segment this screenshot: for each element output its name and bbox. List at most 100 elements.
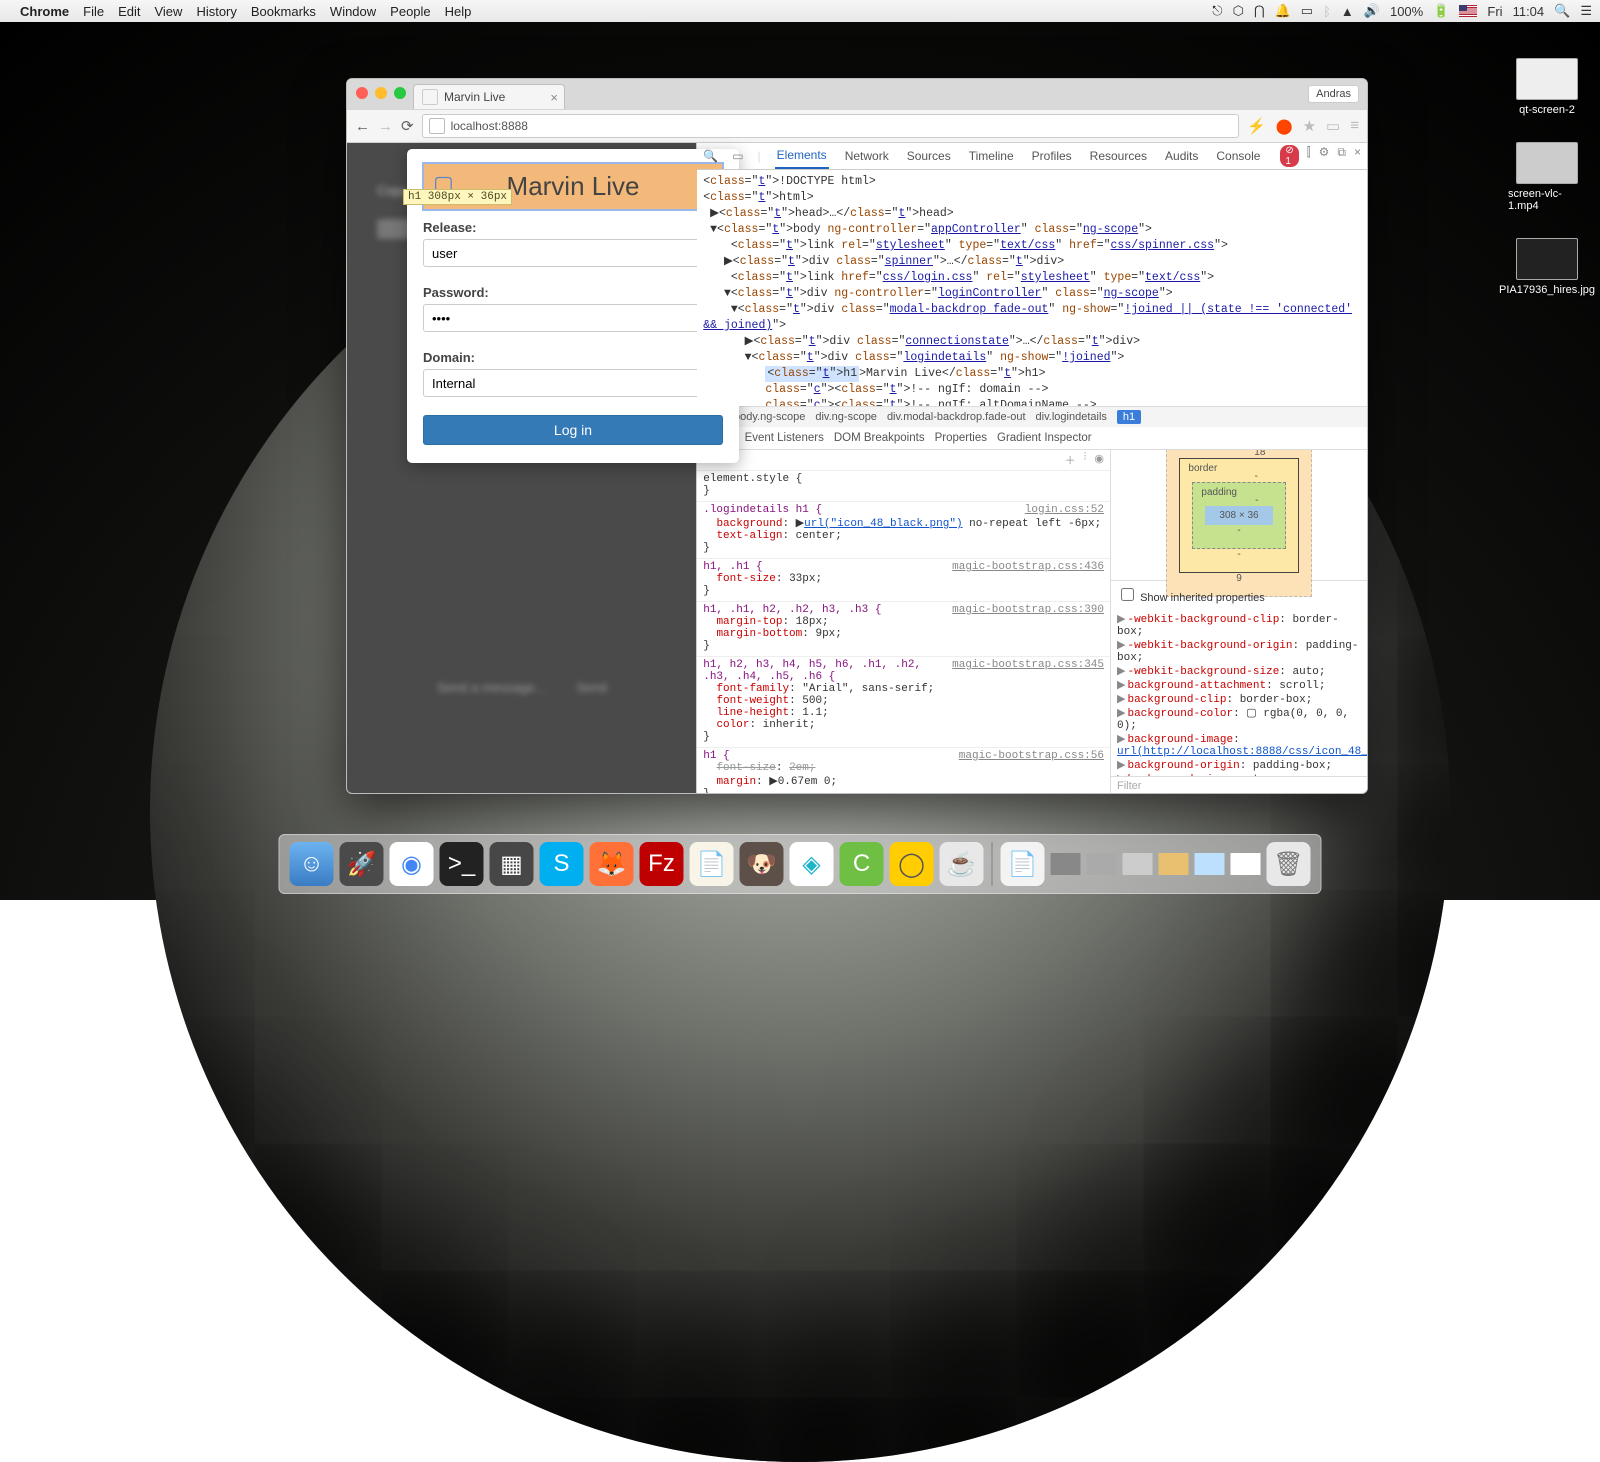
domain-select[interactable]: Internal <box>423 369 723 397</box>
reddit-icon[interactable]: ⬤ <box>1276 117 1293 135</box>
crumb[interactable]: div.ng-scope <box>815 411 877 423</box>
notification-center-icon[interactable]: ☰ <box>1580 3 1592 19</box>
device-icon[interactable]: ▭ <box>732 149 743 163</box>
tab-profiles[interactable]: Profiles <box>1030 149 1074 163</box>
extension-icon[interactable]: ⚡ <box>1247 117 1266 135</box>
dropbox-icon[interactable]: ⬡ <box>1233 3 1244 19</box>
new-rule-icon[interactable]: ＋ <box>1065 452 1076 468</box>
headphones-icon[interactable]: ⋂ <box>1254 3 1265 19</box>
crumb[interactable]: div.modal-backdrop.fade-out <box>887 411 1026 423</box>
desktop-icon[interactable]: qt-screen-2 <box>1508 58 1586 116</box>
dock-icon[interactable]: ⧉ <box>1337 145 1346 167</box>
crumb[interactable]: div.logindetails <box>1036 411 1107 423</box>
back-icon[interactable]: ← <box>355 118 370 135</box>
profile-button[interactable]: Andras <box>1308 85 1359 103</box>
dock-firefox-icon[interactable]: 🦊 <box>590 842 634 886</box>
dock-notes-icon[interactable]: 📄 <box>690 842 734 886</box>
menu-people[interactable]: People <box>390 4 430 19</box>
display-icon[interactable]: ▭ <box>1301 3 1313 19</box>
crumb-selected[interactable]: h1 <box>1117 410 1141 424</box>
dock-folder-icon[interactable]: 📄 <box>1001 842 1045 886</box>
tab-audits[interactable]: Audits <box>1163 149 1200 163</box>
forward-icon[interactable]: → <box>378 118 393 135</box>
menu-bookmarks[interactable]: Bookmarks <box>251 4 316 19</box>
dock-window-icon[interactable] <box>1087 853 1117 875</box>
dock-window-icon[interactable] <box>1123 853 1153 875</box>
dock-camtasia-icon[interactable]: C <box>840 842 884 886</box>
dock-gimp-icon[interactable]: 🐶 <box>740 842 784 886</box>
dock-finder-icon[interactable]: ☺ <box>290 842 334 886</box>
desktop-icon[interactable]: PIA17936_hires.jpg <box>1508 238 1586 296</box>
subtab-event-listeners[interactable]: Event Listeners <box>745 432 824 444</box>
tab-console[interactable]: Console <box>1214 149 1262 163</box>
menu-history[interactable]: History <box>196 4 236 19</box>
reload-icon[interactable]: ⟳ <box>401 117 414 135</box>
site-info-icon[interactable] <box>429 118 445 134</box>
dom-tree[interactable]: <class="t">!DOCTYPE html><class="t">html… <box>697 170 1367 406</box>
tab-sources[interactable]: Sources <box>905 149 953 163</box>
volume-icon[interactable]: 🔊 <box>1364 3 1380 19</box>
inspect-icon[interactable]: 🔍 <box>703 149 718 163</box>
login-button[interactable]: Log in <box>423 415 723 445</box>
desktop-icon[interactable]: screen-vlc-1.mp4 <box>1508 142 1586 212</box>
devtools-close-icon[interactable]: × <box>1354 145 1361 167</box>
dock-trash-icon[interactable]: 🗑 <box>1267 842 1311 886</box>
menu-icon[interactable]: ≡ <box>1350 117 1359 135</box>
dock-java-icon[interactable]: ☕ <box>940 842 984 886</box>
spotlight-icon[interactable]: 🔍 <box>1554 3 1570 19</box>
menu-help[interactable]: Help <box>445 4 472 19</box>
devtools-bottom: ＋⫶◉ element.style {} login.css:52.logind… <box>697 450 1367 794</box>
release-input[interactable] <box>423 239 723 267</box>
dock-window-icon[interactable] <box>1195 853 1225 875</box>
drawer-icon[interactable]: ⫿ <box>1307 145 1311 167</box>
dock-skype-icon[interactable]: S <box>540 842 584 886</box>
animations-icon[interactable]: ◉ <box>1094 452 1104 468</box>
minimize-icon[interactable] <box>375 87 387 99</box>
crumb[interactable]: body.ng-scope <box>734 411 805 423</box>
subtab-gradient[interactable]: Gradient Inspector <box>997 432 1092 444</box>
tab-close-icon[interactable]: × <box>550 90 558 105</box>
dock-window-icon[interactable] <box>1159 853 1189 875</box>
tab-resources[interactable]: Resources <box>1088 149 1149 163</box>
zoom-icon[interactable] <box>394 87 406 99</box>
menu-view[interactable]: View <box>154 4 182 19</box>
dock-window-icon[interactable] <box>1231 853 1261 875</box>
tab-elements[interactable]: Elements <box>775 143 829 169</box>
dock-launchpad-icon[interactable]: 🚀 <box>340 842 384 886</box>
toggle-state-icon[interactable]: ⫶ <box>1084 452 1087 468</box>
dock-chrome-icon[interactable]: ◉ <box>390 842 434 886</box>
browser-tab[interactable]: Marvin Live × <box>413 84 565 109</box>
dock-opera-icon[interactable]: ◯ <box>890 842 934 886</box>
dock-terminal-icon[interactable]: >_ <box>440 842 484 886</box>
dock-window-icon[interactable] <box>1051 853 1081 875</box>
menu-window[interactable]: Window <box>330 4 376 19</box>
inherited-checkbox[interactable] <box>1121 588 1134 601</box>
password-input[interactable] <box>423 304 723 332</box>
tab-network[interactable]: Network <box>843 149 891 163</box>
subtab-properties[interactable]: Properties <box>935 432 987 444</box>
dock-cube-icon[interactable]: ◈ <box>790 842 834 886</box>
menu-file[interactable]: File <box>83 4 104 19</box>
wifi-icon[interactable]: ▲ <box>1341 4 1354 19</box>
dock-sublime-icon[interactable]: ▦ <box>490 842 534 886</box>
error-badge[interactable]: ⊘ 1 <box>1280 145 1298 167</box>
battery-icon[interactable]: 🔋 <box>1433 3 1449 19</box>
devices-icon[interactable]: ▭ <box>1326 117 1340 135</box>
tab-timeline[interactable]: Timeline <box>967 149 1016 163</box>
status-icon[interactable]: ⎋ <box>1212 3 1222 19</box>
address-bar[interactable]: localhost:8888 <box>422 114 1240 138</box>
styles-pane[interactable]: ＋⫶◉ element.style {} login.css:52.logind… <box>697 450 1111 794</box>
close-icon[interactable] <box>356 87 368 99</box>
notifications-icon[interactable]: 🔔 <box>1275 3 1291 19</box>
menubar-app-name[interactable]: Chrome <box>20 4 69 19</box>
settings-icon[interactable]: ⚙ <box>1319 145 1330 167</box>
input-flag-icon[interactable] <box>1459 5 1477 17</box>
bluetooth-icon[interactable]: ᛒ <box>1323 4 1331 19</box>
login-modal: ▢ Marvin Live h1 308px × 36px Release: P… <box>407 149 739 463</box>
subtab-dom-breakpoints[interactable]: DOM Breakpoints <box>834 432 925 444</box>
computed-filter[interactable]: Filter <box>1111 776 1367 794</box>
menu-edit[interactable]: Edit <box>118 4 140 19</box>
computed-list[interactable]: ▶-webkit-background-clip: border-box;▶-w… <box>1111 608 1367 776</box>
bookmark-icon[interactable]: ★ <box>1303 117 1316 135</box>
dock-filezilla-icon[interactable]: Fz <box>640 842 684 886</box>
